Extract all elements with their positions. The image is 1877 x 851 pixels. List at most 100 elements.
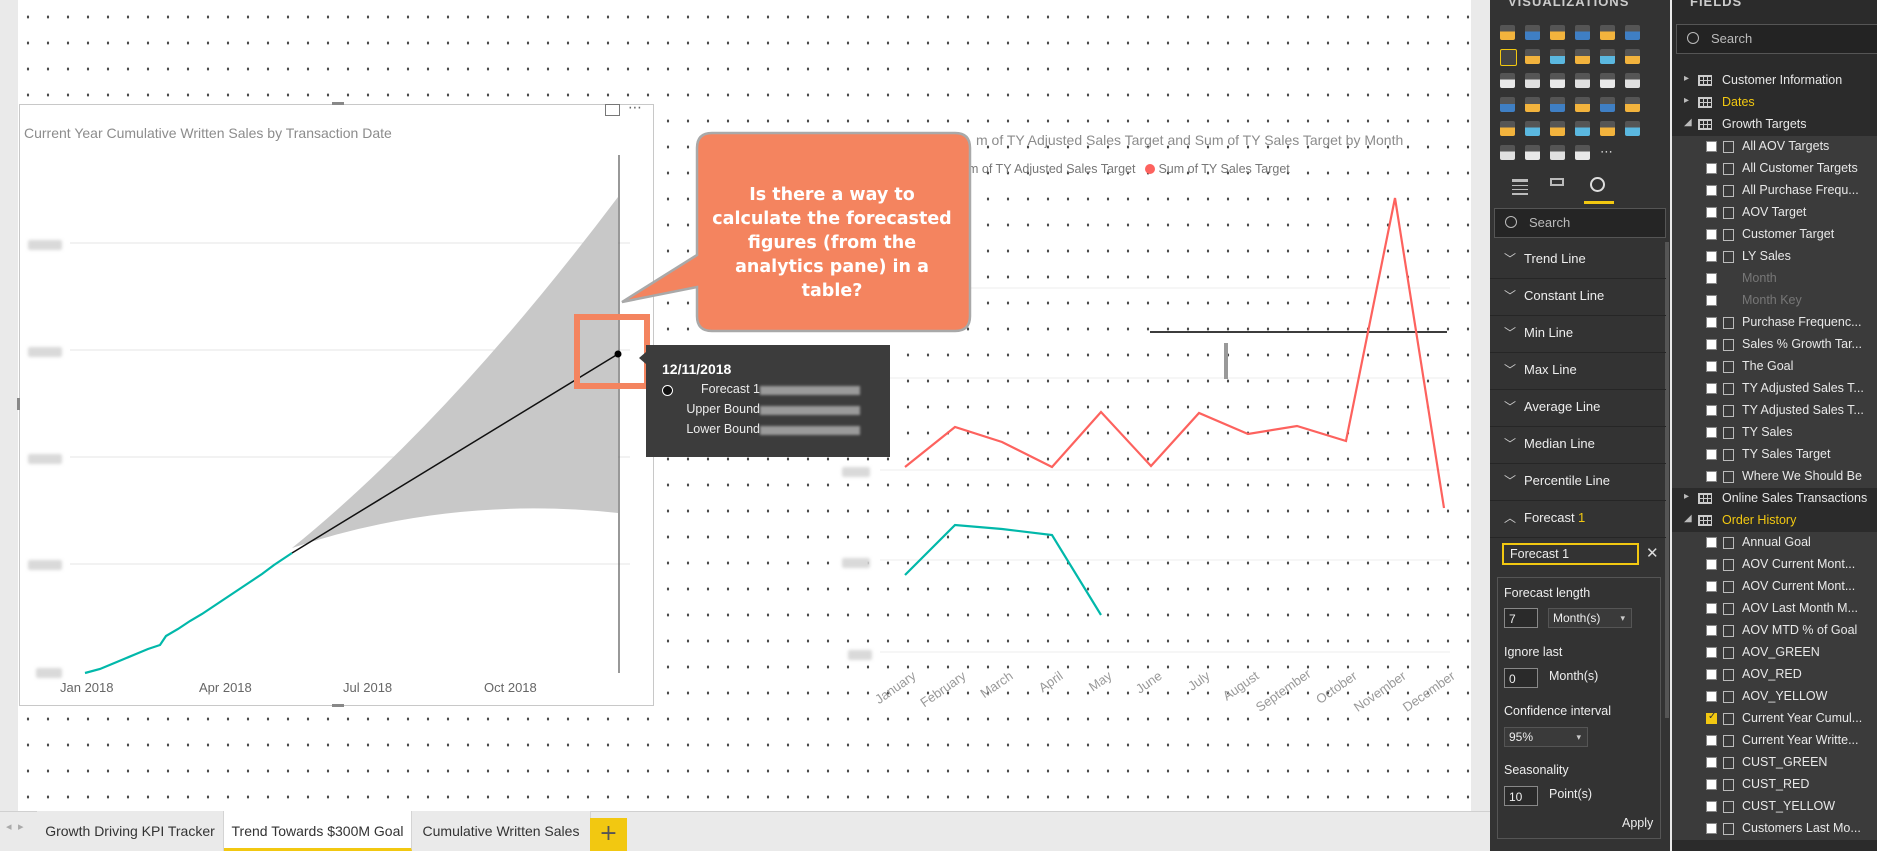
tab-growth-driving-kpi[interactable]: Growth Driving KPI Tracker xyxy=(37,811,224,851)
line-chart-icon[interactable] xyxy=(1500,49,1517,66)
field-order-4[interactable]: AOV MTD % of Goal xyxy=(1672,620,1877,642)
apply-button[interactable]: Apply xyxy=(1622,816,1653,830)
analytics-item-constant-line[interactable]: ﹀ Constant Line xyxy=(1490,278,1666,316)
matrix-icon[interactable] xyxy=(1550,121,1565,136)
filled-map-icon[interactable] xyxy=(1500,97,1515,112)
custom-chart-icon[interactable] xyxy=(1550,145,1565,160)
field-checkbox[interactable] xyxy=(1706,823,1717,834)
expand-icon[interactable]: ▸ xyxy=(1684,73,1689,84)
field-checkbox[interactable] xyxy=(1706,735,1717,746)
field-order-6[interactable]: AOV_RED xyxy=(1672,664,1877,686)
field-checkbox[interactable] xyxy=(1706,251,1717,262)
analytics-item-max-line[interactable]: ﹀ Max Line xyxy=(1490,352,1666,390)
kpi-icon[interactable] xyxy=(1625,97,1640,112)
waterfall-icon[interactable] xyxy=(1500,73,1515,88)
field-order-5[interactable]: AOV_GREEN xyxy=(1672,642,1877,664)
funnel-icon[interactable] xyxy=(1525,97,1540,112)
field-checkbox[interactable] xyxy=(1706,449,1717,460)
table-dates[interactable]: ▸ Dates xyxy=(1672,92,1877,114)
stacked-area-icon[interactable] xyxy=(1550,49,1565,64)
field-order-11[interactable]: CUST_RED xyxy=(1672,774,1877,796)
globe-icon[interactable] xyxy=(1600,121,1615,136)
field-growth-15[interactable]: Where We Should Be xyxy=(1672,466,1877,488)
tab-prev-icon[interactable]: ◂ xyxy=(6,820,12,833)
arcgis-icon[interactable] xyxy=(1625,121,1640,136)
clustered-column-icon[interactable] xyxy=(1575,25,1590,40)
expand-icon[interactable]: ▸ xyxy=(1684,491,1689,502)
remove-forecast-icon[interactable]: ✕ xyxy=(1646,544,1659,562)
collapse-icon[interactable]: ◢ xyxy=(1684,513,1692,524)
field-checkbox[interactable] xyxy=(1706,625,1717,636)
analytics-magnifier-icon[interactable] xyxy=(1590,177,1605,192)
field-order-8[interactable]: ✓ Current Year Cumul... xyxy=(1672,708,1877,730)
analytics-item-trend-line[interactable]: ﹀ Trend Line xyxy=(1490,241,1666,279)
multi-row-card-icon[interactable] xyxy=(1600,97,1615,112)
field-checkbox[interactable] xyxy=(1706,405,1717,416)
collapse-icon[interactable]: ◢ xyxy=(1684,117,1692,128)
field-growth-14[interactable]: TY Sales Target xyxy=(1672,444,1877,466)
field-order-9[interactable]: Current Year Writte... xyxy=(1672,730,1877,752)
field-order-10[interactable]: CUST_GREEN xyxy=(1672,752,1877,774)
forecast-section-header[interactable]: ︿ Forecast 1 xyxy=(1490,500,1666,538)
stacked-column-icon[interactable] xyxy=(1525,25,1540,40)
field-checkbox[interactable] xyxy=(1706,471,1717,482)
field-order-2[interactable]: AOV Current Mont... xyxy=(1672,576,1877,598)
expand-icon[interactable]: ▸ xyxy=(1684,95,1689,106)
ribbon-icon[interactable] xyxy=(1625,49,1640,64)
pie-icon[interactable] xyxy=(1550,73,1565,88)
field-checkbox[interactable] xyxy=(1706,339,1717,350)
r-visual-icon[interactable] xyxy=(1575,121,1590,136)
forecast-length-input[interactable]: 7 xyxy=(1504,608,1538,628)
field-growth-0[interactable]: All AOV Targets xyxy=(1672,136,1877,158)
analytics-search-box[interactable]: Search xyxy=(1494,208,1666,238)
field-growth-8[interactable]: Purchase Frequenc... xyxy=(1672,312,1877,334)
donut-icon[interactable] xyxy=(1575,73,1590,88)
field-growth-5[interactable]: LY Sales xyxy=(1672,246,1877,268)
field-checkbox[interactable] xyxy=(1706,141,1717,152)
field-checkbox[interactable] xyxy=(1706,427,1717,438)
field-checkbox[interactable] xyxy=(1706,647,1717,658)
field-order-13[interactable]: Customers Last Mo... xyxy=(1672,818,1877,840)
field-order-0[interactable]: Annual Goal xyxy=(1672,532,1877,554)
field-growth-6[interactable]: Month xyxy=(1672,268,1877,290)
table-online-sales-transactions[interactable]: ▸ Online Sales Transactions xyxy=(1672,488,1877,510)
100pct-bar-icon[interactable] xyxy=(1600,25,1615,40)
field-checkbox[interactable] xyxy=(1706,207,1717,218)
field-checkbox[interactable] xyxy=(1706,779,1717,790)
clustered-bar-icon[interactable] xyxy=(1550,25,1565,40)
tab-next-icon[interactable]: ▸ xyxy=(18,820,24,833)
tab-cumulative-written-sales[interactable]: Cumulative Written Sales xyxy=(412,811,591,851)
table-icon[interactable] xyxy=(1525,121,1540,136)
field-growth-10[interactable]: The Goal xyxy=(1672,356,1877,378)
field-growth-9[interactable]: Sales % Growth Tar... xyxy=(1672,334,1877,356)
fields-search-box[interactable]: Search xyxy=(1676,24,1877,54)
tab-trend-towards-goal[interactable]: Trend Towards $300M Goal xyxy=(224,811,412,851)
field-checkbox[interactable] xyxy=(1706,801,1717,812)
card-icon[interactable] xyxy=(1575,97,1590,112)
field-order-7[interactable]: AOV_YELLOW xyxy=(1672,686,1877,708)
field-growth-7[interactable]: Month Key xyxy=(1672,290,1877,312)
custom-visual-icon[interactable] xyxy=(1575,145,1590,160)
table-growth-targets[interactable]: ◢ Growth Targets xyxy=(1672,114,1877,136)
field-checkbox[interactable] xyxy=(1706,669,1717,680)
analytics-item-percentile-line[interactable]: ﹀ Percentile Line xyxy=(1490,463,1666,501)
field-checkbox[interactable] xyxy=(1706,581,1717,592)
analytics-item-min-line[interactable]: ﹀ Min Line xyxy=(1490,315,1666,353)
field-growth-3[interactable]: AOV Target xyxy=(1672,202,1877,224)
analytics-item-median-line[interactable]: ﹀ Median Line xyxy=(1490,426,1666,464)
field-checkbox[interactable] xyxy=(1706,273,1717,284)
field-order-12[interactable]: CUST_YELLOW xyxy=(1672,796,1877,818)
field-checkbox[interactable] xyxy=(1706,317,1717,328)
field-checkbox[interactable] xyxy=(1706,361,1717,372)
field-order-3[interactable]: AOV Last Month M... xyxy=(1672,598,1877,620)
add-page-button[interactable]: + xyxy=(590,818,627,851)
fields-well-icon[interactable] xyxy=(1512,179,1528,195)
field-checkbox[interactable] xyxy=(1706,537,1717,548)
map-icon[interactable] xyxy=(1625,73,1640,88)
field-checkbox[interactable]: ✓ xyxy=(1706,711,1717,724)
100pct-column-icon[interactable] xyxy=(1625,25,1640,40)
format-paint-roller-icon[interactable] xyxy=(1550,178,1564,186)
confidence-interval-select[interactable]: 95% ▾ xyxy=(1504,727,1588,747)
field-growth-2[interactable]: All Purchase Frequ... xyxy=(1672,180,1877,202)
field-checkbox[interactable] xyxy=(1706,559,1717,570)
